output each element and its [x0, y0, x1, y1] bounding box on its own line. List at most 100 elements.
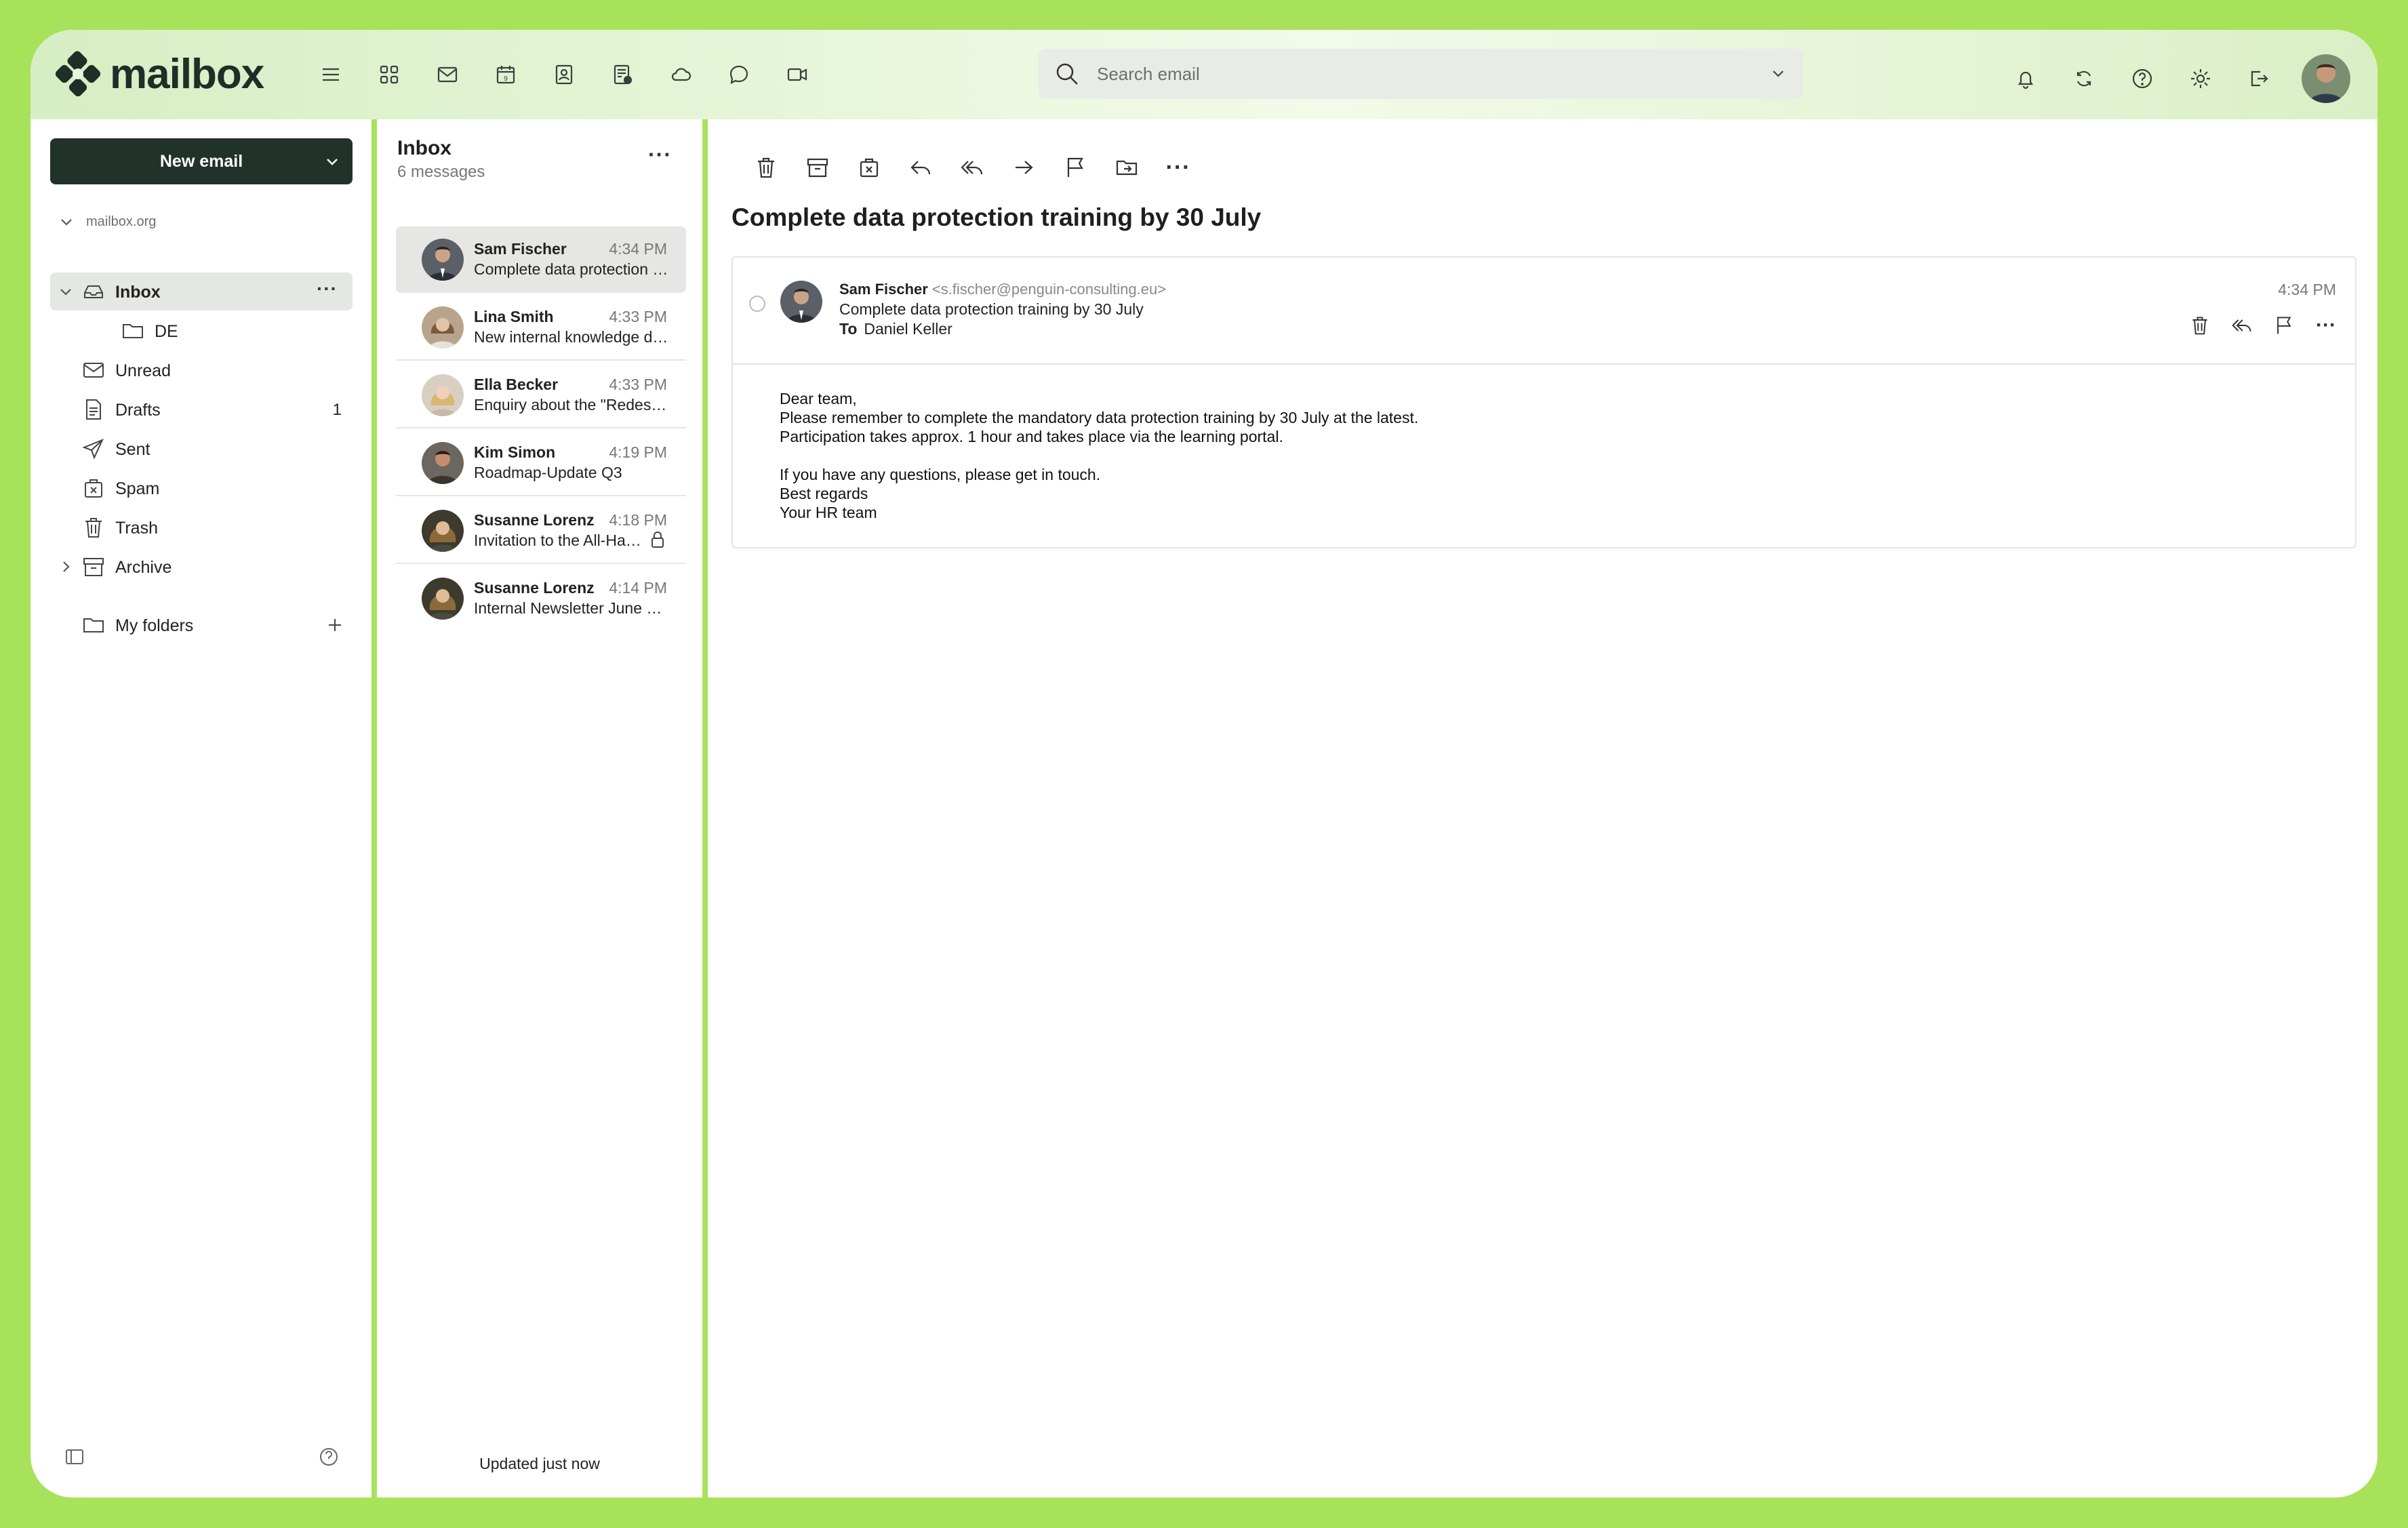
add-folder-icon[interactable] — [323, 613, 347, 637]
chevron-down-icon[interactable] — [1768, 64, 1788, 84]
message-time: 4:34 PM — [609, 240, 667, 258]
contacts-icon[interactable] — [535, 56, 593, 94]
message-time: 4:33 PM — [609, 308, 667, 325]
unread-count: 1 — [332, 401, 342, 419]
sidebar-item-unread[interactable]: Unread — [50, 351, 353, 389]
pane-divider[interactable] — [372, 119, 377, 1497]
flag-icon[interactable] — [2263, 310, 2305, 340]
message-row[interactable]: Lina Smith 4:33 PM New internal knowledg… — [396, 294, 686, 361]
help-icon[interactable] — [317, 1445, 340, 1468]
new-email-button[interactable]: New email — [50, 138, 353, 184]
message-row[interactable]: Susanne Lorenz 4:18 PM Invitation to the… — [396, 498, 686, 564]
chevron-right-icon[interactable] — [57, 558, 75, 580]
more-icon[interactable]: ··· — [648, 142, 672, 167]
sender-name: Kim Simon — [474, 443, 556, 461]
help-icon[interactable] — [2113, 58, 2171, 99]
trash-icon[interactable] — [740, 149, 792, 186]
message-subject: Internal Newsletter June 2025 — [474, 599, 669, 617]
cloud-icon[interactable] — [651, 56, 710, 94]
sender-name: Sam Fischer — [839, 281, 928, 298]
sidebar-item-label: Trash — [115, 519, 158, 538]
app-window: mailbox 9 Search email New email mailbox… — [31, 30, 2377, 1497]
reply-all-icon[interactable] — [946, 149, 998, 186]
settings-icon[interactable] — [2171, 58, 2230, 99]
search-bar[interactable] — [1039, 49, 1803, 99]
toggle-sidebar-icon[interactable] — [63, 1445, 86, 1468]
message-row[interactable]: Ella Becker 4:33 PM Enquiry about the "R… — [396, 362, 686, 428]
sync-status: Updated just now — [479, 1455, 600, 1472]
sidebar-item-archive[interactable]: Archive — [50, 548, 353, 586]
more-icon[interactable]: ··· — [317, 278, 338, 300]
pane-divider[interactable] — [702, 119, 708, 1497]
sender-name: Lina Smith — [474, 308, 554, 325]
chevron-down-icon[interactable] — [321, 150, 343, 172]
bell-icon[interactable] — [1996, 58, 2055, 99]
video-icon[interactable] — [768, 56, 826, 94]
flag-icon[interactable] — [1049, 149, 1101, 186]
move-icon[interactable] — [1101, 149, 1152, 186]
sidebar-item-de[interactable]: DE — [50, 312, 353, 350]
message-time: 4:18 PM — [609, 511, 667, 529]
user-avatar[interactable] — [2302, 54, 2350, 103]
tasks-icon[interactable] — [593, 56, 651, 94]
sidebar-item-spam[interactable]: Spam — [50, 469, 353, 507]
my-folders-section[interactable]: My folders — [50, 606, 353, 644]
message-count: 6 messages — [397, 163, 485, 181]
message-list: Inbox 6 messages ··· Sam Fischer 4:34 PM… — [377, 119, 702, 1497]
chat-icon[interactable] — [710, 56, 768, 94]
sidebar-item-label: Unread — [115, 361, 171, 380]
reader-toolbar: ··· — [740, 149, 1204, 186]
recipient-name[interactable]: Daniel Keller — [864, 320, 952, 338]
mail-icon[interactable] — [418, 56, 477, 94]
search-input[interactable] — [1096, 62, 1768, 85]
message-subject: New internal knowledge database — [474, 328, 669, 346]
calendar-icon[interactable]: 9 — [477, 56, 535, 94]
sender-avatar — [422, 578, 464, 620]
draft-icon — [81, 397, 106, 422]
logo[interactable]: mailbox — [54, 43, 264, 104]
logout-icon[interactable] — [2230, 58, 2288, 99]
sender-avatar — [422, 374, 464, 416]
message-row[interactable]: Sam Fischer 4:34 PM Complete data protec… — [396, 226, 686, 293]
email-header: Sam Fischer <s.fischer@penguin-consulting… — [733, 258, 2355, 365]
new-email-label: New email — [159, 151, 243, 171]
sidebar-item-drafts[interactable]: Drafts 1 — [50, 390, 353, 428]
sidebar-item-label: Sent — [115, 440, 150, 459]
spam-icon[interactable] — [843, 149, 895, 186]
sender-avatar — [422, 510, 464, 552]
trash-icon — [81, 515, 106, 540]
sidebar-item-trash[interactable]: Trash — [50, 508, 353, 546]
email-card: Sam Fischer <s.fischer@penguin-consulting… — [731, 256, 2356, 548]
sidebar-item-inbox[interactable]: Inbox ··· — [50, 273, 353, 310]
message-time: 4:19 PM — [609, 443, 667, 461]
search-icon[interactable] — [1054, 60, 1081, 87]
more-icon[interactable]: ··· — [1152, 149, 1204, 186]
folder-sidebar: New email mailbox.org Inbox ··· DE Unrea… — [31, 119, 372, 1497]
chevron-down-icon[interactable] — [57, 283, 75, 305]
menu-icon[interactable] — [302, 56, 360, 94]
more-icon[interactable]: ··· — [2305, 310, 2347, 340]
body-line: If you have any questions, please get in… — [780, 466, 1101, 483]
envelope-icon — [81, 358, 106, 382]
archive-icon[interactable] — [792, 149, 843, 186]
sidebar-item-label: Inbox — [115, 283, 161, 302]
sender-name: Susanne Lorenz — [474, 579, 595, 597]
message-row[interactable]: Susanne Lorenz 4:14 PM Internal Newslett… — [396, 565, 686, 632]
account-toggle[interactable]: mailbox.org — [58, 213, 156, 230]
sender-email[interactable]: <s.fischer@penguin-consulting.eu> — [932, 281, 1166, 298]
sidebar-item-sent[interactable]: Sent — [50, 430, 353, 468]
apps-grid-icon[interactable] — [360, 56, 418, 94]
sidebar-item-label: Drafts — [115, 401, 161, 420]
my-folders-label: My folders — [115, 616, 194, 635]
trash-icon[interactable] — [2179, 310, 2221, 340]
message-row[interactable]: Kim Simon 4:19 PM Roadmap-Update Q3 — [396, 430, 686, 496]
sync-icon[interactable] — [2055, 58, 2113, 99]
message-subject: Invitation to the All-Hands — [474, 531, 647, 549]
chevron-down-icon — [61, 219, 72, 226]
reply-all-icon[interactable] — [2221, 310, 2263, 340]
select-radio[interactable] — [749, 296, 765, 312]
forward-icon[interactable] — [998, 149, 1049, 186]
sidebar-item-label: Spam — [115, 479, 160, 498]
sender-avatar — [780, 281, 822, 323]
reply-icon[interactable] — [895, 149, 946, 186]
